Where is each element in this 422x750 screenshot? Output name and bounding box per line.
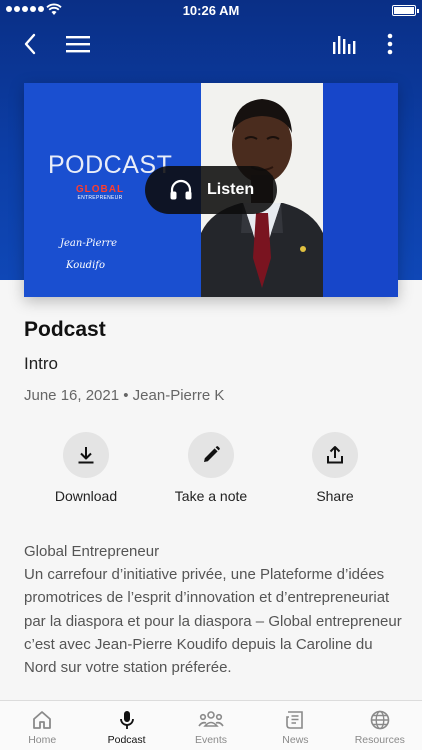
share-button[interactable]: Share (275, 432, 395, 512)
download-button[interactable]: Download (26, 432, 146, 512)
tab-events-label: Events (194, 734, 228, 746)
tab-news[interactable]: News (253, 701, 337, 750)
episode-meta: June 16, 2021 • Jean-Pierre K (24, 387, 225, 404)
share-icon (327, 446, 343, 464)
people-icon (198, 711, 224, 727)
status-time: 10:26 AM (182, 3, 240, 18)
chevron-left-icon (24, 33, 36, 55)
tab-resources[interactable]: Resources (338, 701, 422, 750)
pencil-icon (204, 446, 220, 462)
share-label: Share (316, 488, 354, 504)
episode-description: Global Entrepreneur Un carrefour d’initi… (24, 543, 402, 677)
globe-icon (370, 710, 390, 730)
tab-podcast-label: Podcast (107, 734, 146, 746)
take-note-button[interactable]: Take a note (151, 432, 271, 512)
tab-bar: Home Podcast Events News Resources (0, 700, 422, 750)
microphone-icon (119, 711, 134, 729)
tab-events[interactable]: Events (169, 701, 253, 750)
tab-podcast[interactable]: Podcast (84, 701, 168, 750)
hamburger-icon (66, 36, 90, 53)
signature: Jean-Pierre Koudifo (60, 238, 118, 271)
headphones-icon (170, 179, 192, 200)
tab-resources-label: Resources (354, 734, 405, 746)
episode-title: Podcast (24, 318, 106, 341)
more-options-button[interactable] (374, 28, 406, 60)
download-icon (78, 447, 94, 464)
newspaper-icon (286, 711, 304, 729)
download-label: Download (54, 488, 118, 504)
battery-icon (392, 5, 419, 16)
tab-home[interactable]: Home (0, 701, 84, 750)
home-icon (33, 711, 52, 729)
take-note-label: Take a note (174, 488, 248, 504)
artwork-right-panel (323, 83, 398, 297)
equalizer-icon (333, 36, 356, 54)
vertical-dots-icon (387, 33, 393, 55)
tab-home-label: Home (28, 734, 57, 746)
top-bar (0, 26, 422, 62)
listen-button[interactable]: Listen (145, 166, 277, 214)
back-button[interactable] (14, 28, 46, 60)
menu-button[interactable] (62, 28, 94, 60)
episode-actions: Download Take a note Share (0, 432, 422, 512)
tab-news-label: News (282, 734, 309, 746)
episode-subtitle: Intro (24, 354, 59, 373)
global-entrepreneur-logo: GLOBAL ENTREPRENEUR (75, 184, 125, 201)
status-bar: 10:26 AM (0, 0, 422, 22)
equalizer-button[interactable] (328, 28, 360, 60)
listen-label: Listen (207, 181, 255, 198)
